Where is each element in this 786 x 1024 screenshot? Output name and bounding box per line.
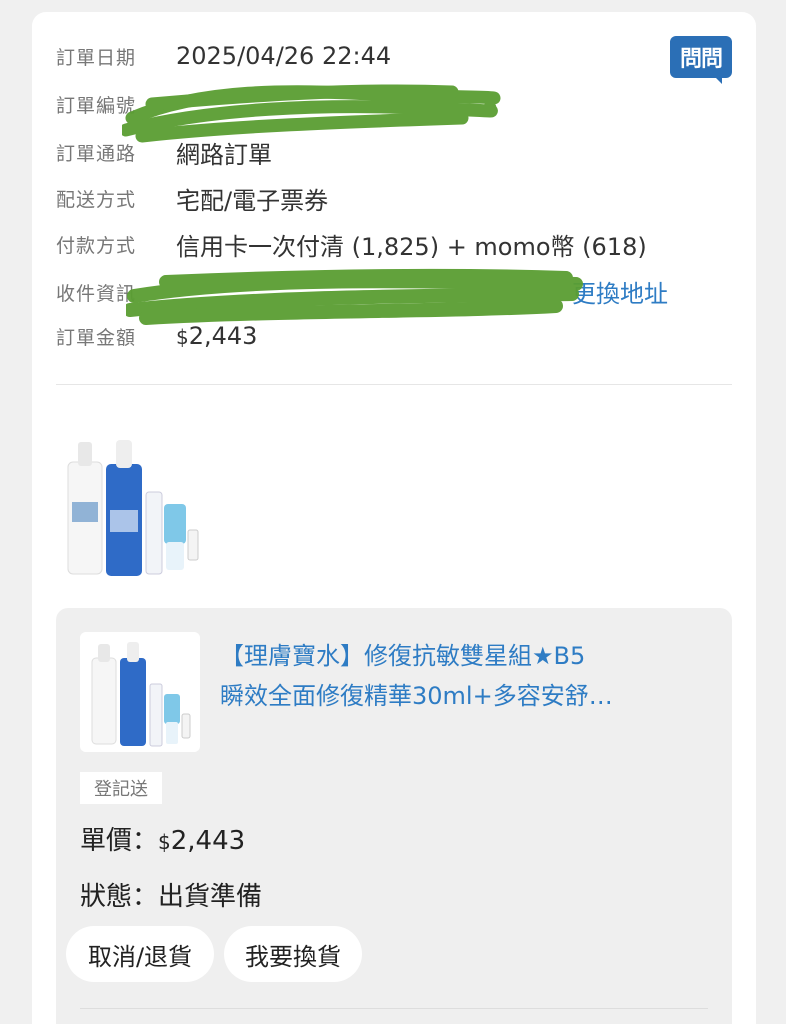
redaction-scribble-order-number bbox=[122, 84, 501, 143]
unit-price: 單價：$2,443 bbox=[80, 826, 246, 856]
order-amount-label: 訂單金額 bbox=[56, 326, 137, 349]
delivery-label: 配送方式 bbox=[56, 188, 137, 211]
order-status: 狀態：出貨準備 bbox=[80, 876, 262, 913]
status-label: 狀態： bbox=[80, 882, 159, 912]
cancel-return-button[interactable]: 取消/退貨 bbox=[66, 926, 214, 982]
payment-label: 付款方式 bbox=[56, 234, 137, 257]
unit-price-value: 2,443 bbox=[170, 826, 246, 856]
item-title-line2: 瞬效全面修復精華30ml+多容安舒… bbox=[220, 682, 613, 710]
item-title-line1: 【理膚寶水】修復抗敏雙星組★B5 bbox=[220, 642, 586, 670]
ask-chat-label: 問問 bbox=[670, 36, 732, 78]
section-divider bbox=[56, 384, 732, 385]
order-item-card: 【理膚寶水】修復抗敏雙星組★B5 瞬效全面修復精華30ml+多容安舒… 登記送 … bbox=[56, 608, 732, 1024]
delivery-row: 配送方式 宅配/電子票券 bbox=[56, 180, 328, 216]
order-amount-value: $2,443 bbox=[176, 322, 258, 350]
order-date-value: 2025/04/26 22:44 bbox=[176, 42, 392, 70]
product-image[interactable] bbox=[60, 432, 210, 582]
change-address-link[interactable]: 更換地址 bbox=[572, 274, 668, 309]
ask-chat-button[interactable]: 問問 bbox=[670, 36, 732, 84]
order-date-label: 訂單日期 bbox=[56, 46, 137, 69]
item-thumbnail[interactable] bbox=[80, 632, 200, 752]
unit-price-label: 單價： bbox=[80, 826, 159, 856]
chat-bubble-icon bbox=[712, 74, 722, 84]
payment-value: 信用卡一次付清 (1,825) + momo幣 (618) bbox=[176, 232, 647, 261]
redaction-scribble-recipient bbox=[126, 268, 583, 325]
payment-row: 付款方式 信用卡一次付清 (1,825) + momo幣 (618) bbox=[56, 226, 647, 262]
order-date-row: 訂單日期 2025/04/26 22:44 bbox=[56, 38, 391, 74]
item-title-link[interactable]: 【理膚寶水】修復抗敏雙星組★B5 瞬效全面修復精華30ml+多容安舒… bbox=[220, 636, 720, 716]
exchange-button[interactable]: 我要換貨 bbox=[224, 926, 362, 982]
delivery-value: 宅配/電子票券 bbox=[176, 186, 329, 215]
gift-tag-badge: 登記送 bbox=[80, 772, 162, 804]
item-bottom-divider bbox=[80, 1008, 708, 1009]
status-value: 出貨準備 bbox=[158, 882, 263, 912]
order-detail-card: 訂單日期 2025/04/26 22:44 訂單編號 訂單通路 網路訂單 配送方… bbox=[32, 12, 756, 1024]
